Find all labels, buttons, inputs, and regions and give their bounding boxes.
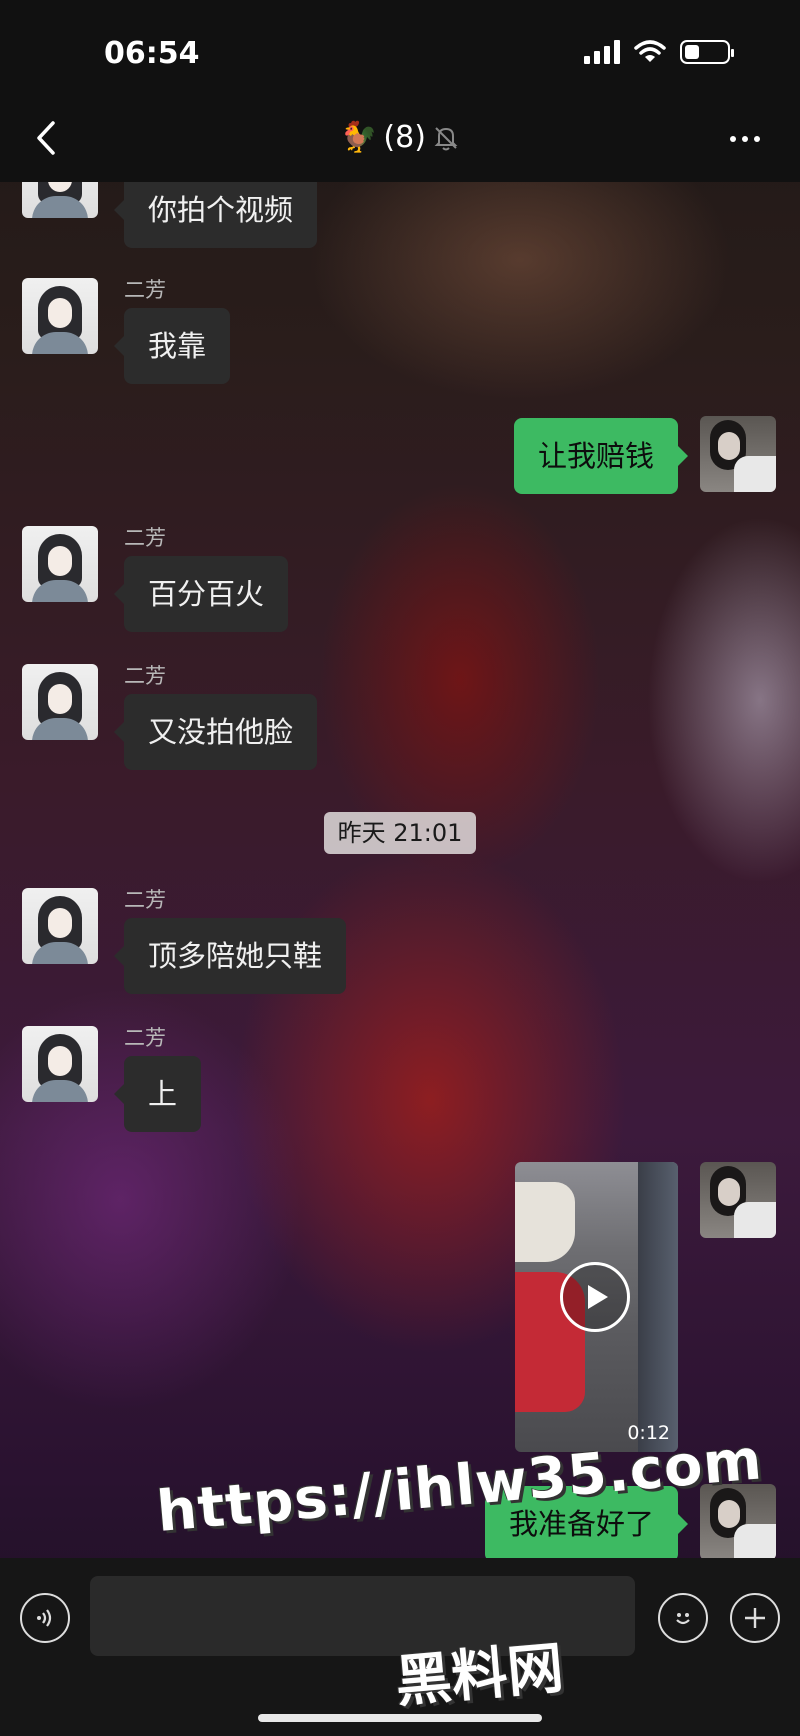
top-bar-overlay: 06:54 🐓 (8) — [0, 0, 800, 182]
emoji-button[interactable] — [658, 1593, 708, 1643]
sender-avatar[interactable] — [22, 526, 98, 602]
status-time: 06:54 — [104, 36, 200, 71]
sender-avatar[interactable] — [22, 1026, 98, 1102]
message-bubble[interactable]: 你拍个视频 — [113, 172, 318, 248]
sender-avatar[interactable] — [22, 664, 98, 740]
signal-icon — [584, 40, 620, 64]
sender-avatar[interactable] — [22, 888, 98, 964]
plus-icon — [745, 1608, 765, 1628]
message-bubble[interactable]: 顶多陪她只鞋 — [113, 918, 347, 994]
wifi-icon — [634, 40, 666, 62]
sender-name: 二芳 — [124, 888, 166, 912]
message-bubble[interactable]: 上 — [113, 1056, 202, 1132]
more-actions-button[interactable] — [730, 1593, 780, 1643]
message-bubble-outgoing[interactable]: 让我赔钱 — [513, 418, 689, 494]
more-options-button[interactable] — [720, 124, 770, 154]
battery-icon — [680, 40, 734, 64]
my-avatar[interactable] — [700, 1162, 776, 1238]
sender-name: 二芳 — [124, 526, 166, 550]
message-bubble[interactable]: 又没拍他脸 — [113, 694, 318, 770]
message-bubble[interactable]: 我靠 — [113, 308, 231, 384]
sender-name: 二芳 — [124, 664, 166, 688]
more-dot-icon — [742, 136, 748, 142]
message-bubble[interactable]: 百分百火 — [113, 556, 289, 632]
smiley-icon — [676, 1613, 690, 1625]
sender-avatar[interactable] — [22, 278, 98, 354]
my-avatar[interactable] — [700, 416, 776, 492]
sender-name: 二芳 — [124, 1026, 166, 1050]
time-divider: 昨天 21:01 — [324, 812, 476, 854]
play-icon[interactable] — [560, 1262, 630, 1332]
member-count: (8) — [383, 120, 426, 155]
video-message[interactable]: 0:12 — [515, 1162, 678, 1452]
watermark-name: 黑料网 — [392, 1635, 566, 1716]
mute-bell-icon — [434, 126, 458, 150]
chat-title[interactable]: 🐓 (8) — [0, 120, 800, 155]
title-emoji: 🐓 — [340, 120, 378, 155]
more-dot-icon — [754, 136, 760, 142]
voice-button[interactable] — [20, 1593, 70, 1643]
sender-name: 二芳 — [124, 278, 166, 302]
more-dot-icon — [730, 136, 736, 142]
status-icons — [584, 40, 734, 64]
voice-icon — [37, 1609, 52, 1627]
